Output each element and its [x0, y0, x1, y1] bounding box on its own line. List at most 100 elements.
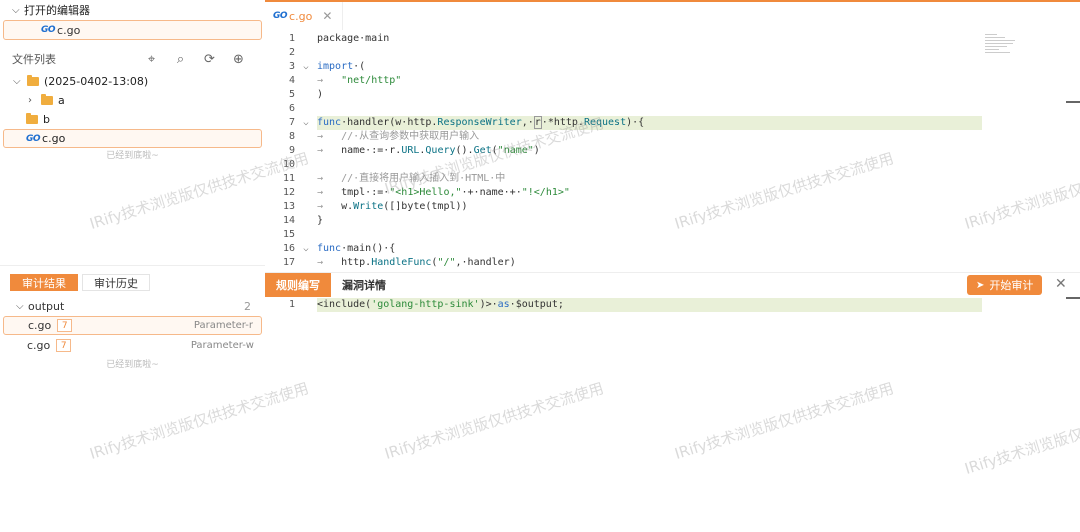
- result-line-badge: 7: [57, 319, 73, 332]
- chevron-down-icon: ⌵: [16, 301, 24, 312]
- add-icon[interactable]: ⊕: [224, 52, 253, 67]
- code-minimap[interactable]: [985, 32, 1025, 72]
- bottom-panel-tabs: 规则编写 漏洞详情 ➤ 开始审计 ✕: [265, 272, 1080, 297]
- result-line-badge: 7: [56, 339, 72, 352]
- code-token: Request: [583, 117, 627, 128]
- tree-item-b[interactable]: b: [0, 110, 265, 129]
- tab-rule-editor[interactable]: 规则编写: [265, 272, 331, 297]
- code-line: }: [317, 214, 982, 228]
- fold-icon[interactable]: ⌵: [295, 242, 317, 256]
- code-line: → name·:=·r.URL.Query().Get("name"): [317, 144, 982, 158]
- tree-item-label: a: [58, 94, 65, 107]
- chevron-down-icon: ⌵: [13, 76, 21, 87]
- code-token: ·main()·{: [341, 243, 396, 254]
- code-editor[interactable]: 1 package·main 2 3 ⌵ import·( 4 → "net/http"…: [265, 32, 1080, 270]
- code-token: http.: [341, 257, 372, 268]
- line-number: 1: [288, 33, 295, 44]
- line-number: 11: [282, 173, 295, 184]
- code-line: → "net/http": [317, 74, 982, 88]
- tab-vuln-details[interactable]: 漏洞详情: [331, 273, 397, 297]
- code-token: Query: [425, 145, 456, 156]
- rule-line: <include('golang-http-sink')>·as·$output…: [317, 298, 982, 312]
- code-token: "<h1>Hello,": [389, 187, 462, 198]
- line-number: 15: [282, 229, 295, 240]
- editor-area: GO c.go ✕ 1 package·main 2 3 ⌵ import·( 4 → …: [265, 0, 1080, 532]
- panel-divider: [0, 265, 265, 266]
- file-list-end: 已经到底啦~: [106, 151, 159, 161]
- code-token: package·main: [317, 33, 390, 44]
- line-number: 17: [282, 257, 295, 268]
- tree-root[interactable]: ⌵ (2025-0402-13:08): [0, 72, 265, 91]
- code-line: import·(: [317, 60, 982, 74]
- line-number: 8: [288, 131, 295, 142]
- open-editors-title: 打开的编辑器: [24, 4, 90, 17]
- code-line: → //·从查询参数中获取用户输入: [317, 130, 982, 144]
- fold-icon[interactable]: ⌵: [295, 60, 317, 74]
- code-token: func: [317, 117, 342, 128]
- locate-icon[interactable]: ⌖: [137, 52, 166, 67]
- result-row[interactable]: c.go 7 Parameter-w: [3, 336, 262, 355]
- left-panel: ⌵ 打开的编辑器 GO c.go 文件列表 ⌖ ⌕ ⟳ ⊕ ⌵ (2025-04…: [0, 0, 265, 532]
- code-token: r: [533, 116, 542, 129]
- line-number: 5: [288, 89, 295, 100]
- open-editors-header[interactable]: ⌵ 打开的编辑器: [0, 0, 265, 20]
- result-row[interactable]: c.go 7 Parameter-r: [3, 316, 262, 335]
- code-line: → //·直接将用户输入插入到·HTML·中: [317, 172, 982, 186]
- file-list-title: 文件列表: [12, 53, 56, 66]
- code-token: HandleFunc: [371, 257, 432, 268]
- code-token: URL: [401, 145, 420, 156]
- line-number: 12: [282, 187, 295, 198]
- code-token: <include(: [317, 299, 372, 310]
- editor-tab-c-go[interactable]: GO c.go ✕: [265, 2, 344, 30]
- code-token: ·*http.: [541, 117, 584, 128]
- code-token: "/": [437, 257, 456, 268]
- file-list-toolbar: 文件列表 ⌖ ⌕ ⟳ ⊕: [0, 46, 265, 72]
- search-icon[interactable]: ⌕: [166, 52, 195, 67]
- tree-item-label: b: [43, 113, 50, 126]
- tree-item-c-go[interactable]: GO c.go: [3, 129, 262, 148]
- code-token: ,·: [521, 117, 534, 128]
- audit-tabs: 审计结果 审计历史: [10, 274, 150, 291]
- code-token: ([]byte(tmpl)): [383, 201, 468, 212]
- line-number: 16: [282, 243, 295, 254]
- code-token: "!</h1>": [521, 187, 570, 198]
- code-token: 'golang-http-sink': [371, 299, 480, 310]
- code-token: → //·直接将用户输入插入到·HTML·中: [317, 173, 506, 184]
- line-number: 2: [288, 47, 295, 58]
- tree-item-a[interactable]: › a: [0, 91, 265, 110]
- line-number: 6: [288, 103, 295, 114]
- rule-editor[interactable]: 1 <include('golang-http-sink')>·as·$outp…: [265, 298, 1080, 312]
- line-number: 4: [288, 75, 295, 86]
- line-number: 1: [288, 299, 295, 310]
- go-file-icon: GO: [26, 133, 41, 144]
- open-editor-filename: c.go: [57, 23, 81, 37]
- start-audit-button[interactable]: ➤ 开始审计: [967, 275, 1043, 295]
- result-type: Parameter-r: [193, 320, 253, 331]
- result-group-output[interactable]: ⌵ output 2: [0, 298, 265, 315]
- line-number: 9: [288, 145, 295, 156]
- code-token: ): [317, 89, 324, 100]
- code-token: as: [497, 299, 510, 310]
- close-icon[interactable]: ✕: [322, 9, 332, 23]
- code-token: }: [317, 215, 324, 226]
- go-file-icon: GO: [41, 25, 56, 35]
- tab-audit-history[interactable]: 审计历史: [82, 274, 150, 291]
- tab-audit-results[interactable]: 审计结果: [10, 274, 78, 291]
- folder-icon: [26, 113, 38, 124]
- code-token: tmpl·:=·: [341, 187, 390, 198]
- refresh-icon[interactable]: ⟳: [195, 52, 224, 67]
- result-list-end: 已经到底啦~: [106, 360, 159, 370]
- folder-open-icon: [27, 75, 39, 86]
- line-number: 7: [288, 117, 295, 128]
- code-token: ): [533, 145, 540, 156]
- close-icon[interactable]: ✕: [1055, 276, 1067, 292]
- code-token: →: [317, 257, 342, 268]
- open-editor-item[interactable]: GO c.go: [3, 20, 262, 40]
- code-token: func: [317, 243, 342, 254]
- fold-icon[interactable]: ⌵: [295, 116, 317, 130]
- code-token: → //·从查询参数中获取用户输入: [317, 131, 480, 142]
- code-token: →: [317, 187, 342, 198]
- scrollbar-marker[interactable]: [1066, 101, 1080, 103]
